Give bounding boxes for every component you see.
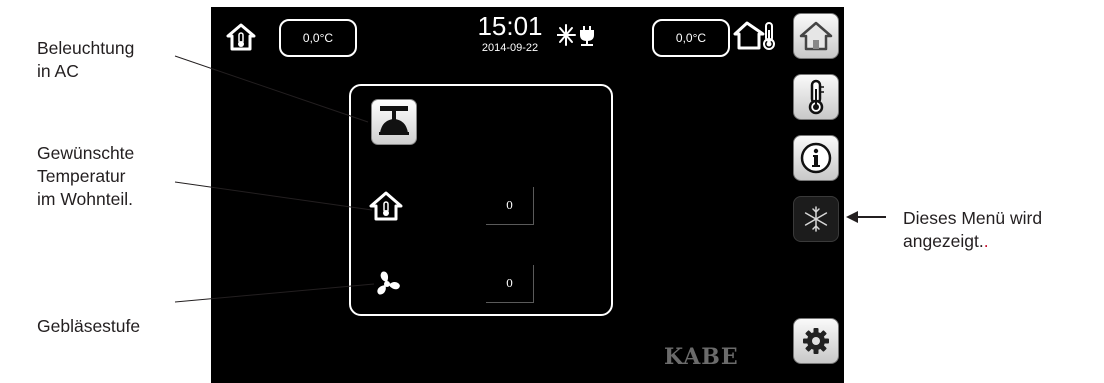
thermometer-icon: [808, 79, 824, 115]
home-icon: [799, 21, 833, 51]
callout-menu-line-1: Dieses Menü wird: [903, 208, 1043, 228]
callout-lighting: Beleuchtung in AC: [37, 37, 134, 83]
callout-lighting-line-2: in AC: [37, 61, 79, 81]
gear-icon: [803, 328, 829, 354]
callout-menu-line-2-text: angezeigt.: [903, 231, 984, 251]
sidebar-info-button[interactable]: [793, 135, 839, 181]
clock-date: 2014-09-22: [481, 42, 539, 54]
info-icon: [800, 142, 832, 174]
snowflake-plug-icon: [556, 23, 597, 47]
lamp-button[interactable]: [371, 99, 417, 145]
sidebar-climate-button[interactable]: [793, 196, 839, 242]
sidebar-thermometer-button[interactable]: [793, 74, 839, 120]
temperature-value-field[interactable]: 0: [486, 187, 534, 225]
kabe-logo: KABE: [664, 344, 739, 370]
callout-temperature-line-3: im Wohnteil.: [37, 189, 133, 209]
callout-menu-line-2: angezeigt..: [903, 230, 1042, 253]
callout-menu: Dieses Menü wird angezeigt..: [903, 207, 1042, 253]
callout-menu-red-dot: .: [983, 231, 989, 251]
clock-time: 15:01: [477, 11, 543, 41]
sidebar-settings-button[interactable]: [793, 318, 839, 364]
home-thermometer-icon-left: [226, 22, 256, 52]
snowflake-icon: [804, 206, 828, 232]
callout-temperature-line-1: Gewünschte: [37, 143, 135, 163]
fan-value: 0: [506, 277, 513, 290]
callout-temperature: Gewünschte Temperatur im Wohnteil.: [37, 142, 134, 211]
fan-value-field[interactable]: 0: [486, 265, 534, 303]
callout-temperature-line-2: Temperatur: [37, 166, 126, 186]
lamp-icon: [379, 106, 409, 135]
callout-fan: Gebläsestufe: [37, 315, 140, 338]
inside-temp-button[interactable]: 0,0°C: [279, 19, 357, 57]
inside-temp-value: 0,0°C: [302, 31, 334, 45]
outside-temp-button[interactable]: 0,0°C: [652, 19, 730, 57]
temperature-value: 0: [506, 199, 513, 212]
arrow-head-icon: [846, 211, 858, 223]
sidebar-home-button[interactable]: [793, 13, 839, 59]
callout-fan-line-1: Gebläsestufe: [37, 316, 141, 336]
home-outside-thermometer-icon: [733, 20, 779, 52]
outside-temp-value: 0,0°C: [675, 31, 707, 45]
callout-lighting-line-1: Beleuchtung: [37, 38, 135, 58]
home-thermometer-icon: [368, 190, 404, 222]
fan-icon: [372, 269, 402, 299]
